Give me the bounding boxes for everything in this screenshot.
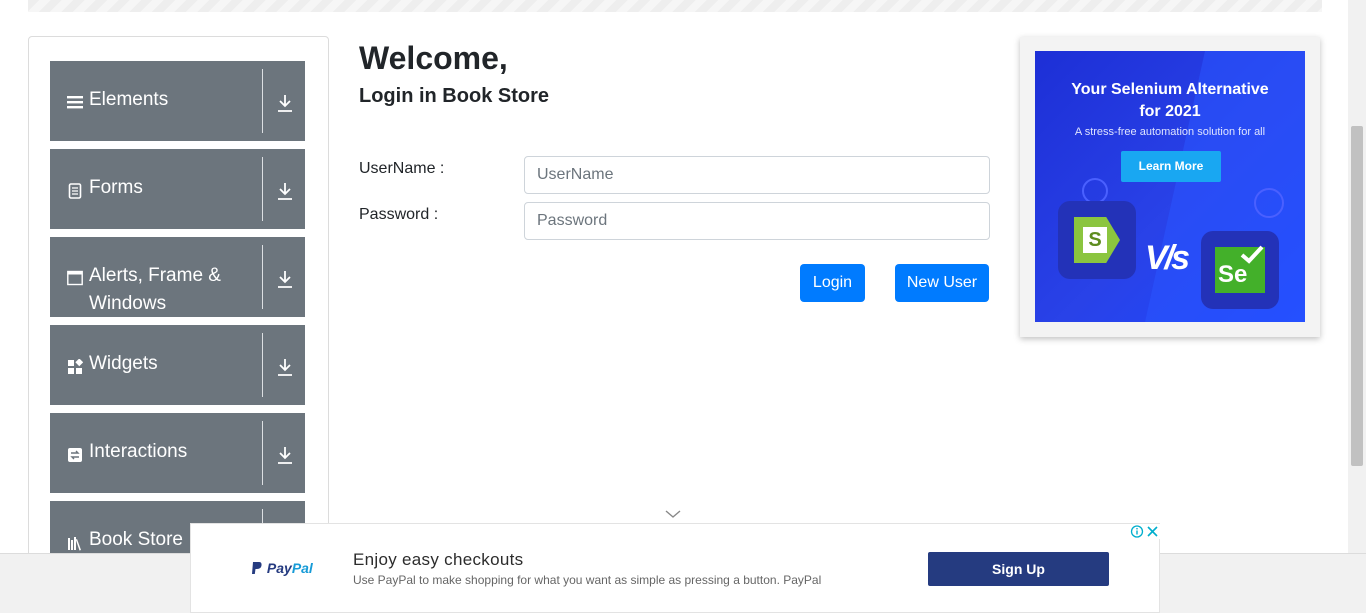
new-user-button[interactable]: New User bbox=[895, 264, 989, 302]
scrollbar-thumb[interactable] bbox=[1351, 126, 1363, 466]
page-subtitle: Login in Book Store bbox=[359, 85, 549, 107]
s-logo: S bbox=[1074, 217, 1120, 263]
sidebar-group-label: Widgets bbox=[89, 353, 158, 374]
check-icon bbox=[1240, 245, 1264, 264]
learn-more-button[interactable]: Learn More bbox=[1121, 151, 1221, 182]
page-title: Welcome, bbox=[359, 40, 508, 76]
divider bbox=[262, 333, 263, 397]
download-icon[interactable] bbox=[276, 181, 294, 201]
sidebar-group-widgets[interactable]: Widgets bbox=[50, 325, 305, 405]
vs-text: V/s bbox=[1145, 239, 1190, 277]
left-logo-tile: S bbox=[1058, 201, 1136, 279]
sidebar-group-label: Interactions bbox=[89, 441, 188, 462]
download-icon[interactable] bbox=[276, 357, 294, 377]
top-banner-strip bbox=[28, 0, 1322, 12]
widgets-icon bbox=[68, 359, 83, 374]
ad-title-line1: Your Selenium Alternative bbox=[1071, 81, 1269, 98]
ad-headline: Enjoy easy checkouts bbox=[353, 550, 524, 569]
username-label: UserName : bbox=[359, 160, 445, 177]
sidebar-group-alerts[interactable]: Alerts, Frame & Windows bbox=[50, 237, 305, 317]
interactions-icon bbox=[68, 448, 82, 462]
password-label: Password : bbox=[359, 206, 439, 223]
window-icon bbox=[67, 270, 83, 286]
paypal-advertisement[interactable]: PayPal Enjoy easy checkouts Use PayPal t… bbox=[190, 523, 1160, 613]
selenium-logo: Se bbox=[1215, 245, 1265, 293]
side-advertisement[interactable]: Your Selenium Alternative for 2021 A str… bbox=[1020, 37, 1320, 337]
divider bbox=[262, 69, 263, 133]
download-icon[interactable] bbox=[276, 269, 294, 289]
document-icon bbox=[68, 183, 82, 199]
sign-up-button[interactable]: Sign Up bbox=[928, 552, 1109, 586]
divider bbox=[262, 245, 263, 309]
paypal-logo-pay: Pay bbox=[266, 560, 292, 576]
ad-title: Your Selenium Alternative for 2021 bbox=[1035, 79, 1305, 123]
divider bbox=[262, 421, 263, 485]
ad-choices[interactable] bbox=[1130, 524, 1160, 539]
sidebar-group-label: Forms bbox=[89, 177, 143, 198]
s-logo-letter: S bbox=[1083, 227, 1107, 253]
list-icon bbox=[67, 96, 83, 109]
paypal-logo-pal: Pal bbox=[291, 560, 313, 576]
paypal-p-icon bbox=[252, 562, 262, 574]
ad-banner[interactable]: Your Selenium Alternative for 2021 A str… bbox=[1035, 51, 1305, 322]
download-icon[interactable] bbox=[276, 445, 294, 465]
sidebar-group-elements[interactable]: Elements bbox=[50, 61, 305, 141]
right-logo-tile: Se bbox=[1201, 231, 1279, 309]
sidebar-group-label: Alerts, Frame & Windows bbox=[89, 265, 221, 314]
paypal-logo: PayPal bbox=[251, 560, 313, 576]
sidebar: Elements Forms Alerts, Frame & Windows W… bbox=[28, 36, 329, 576]
ad-subtitle: A stress-free automation solution for al… bbox=[1074, 126, 1266, 138]
chevron-down-icon[interactable] bbox=[664, 508, 682, 520]
ad-description: Use PayPal to make shopping for what you… bbox=[353, 573, 822, 587]
login-button[interactable]: Login bbox=[800, 264, 865, 302]
ad-title-line2: for 2021 bbox=[1139, 103, 1201, 120]
ad-info-close-icon[interactable] bbox=[1130, 524, 1160, 539]
books-icon bbox=[68, 537, 81, 551]
password-input[interactable] bbox=[524, 202, 990, 240]
download-icon[interactable] bbox=[276, 93, 294, 113]
sidebar-group-forms[interactable]: Forms bbox=[50, 149, 305, 229]
sidebar-group-label: Elements bbox=[89, 89, 169, 110]
selenium-logo-text: Se bbox=[1218, 261, 1248, 288]
divider bbox=[262, 157, 263, 221]
username-input[interactable] bbox=[524, 156, 990, 194]
sidebar-group-interactions[interactable]: Interactions bbox=[50, 413, 305, 493]
